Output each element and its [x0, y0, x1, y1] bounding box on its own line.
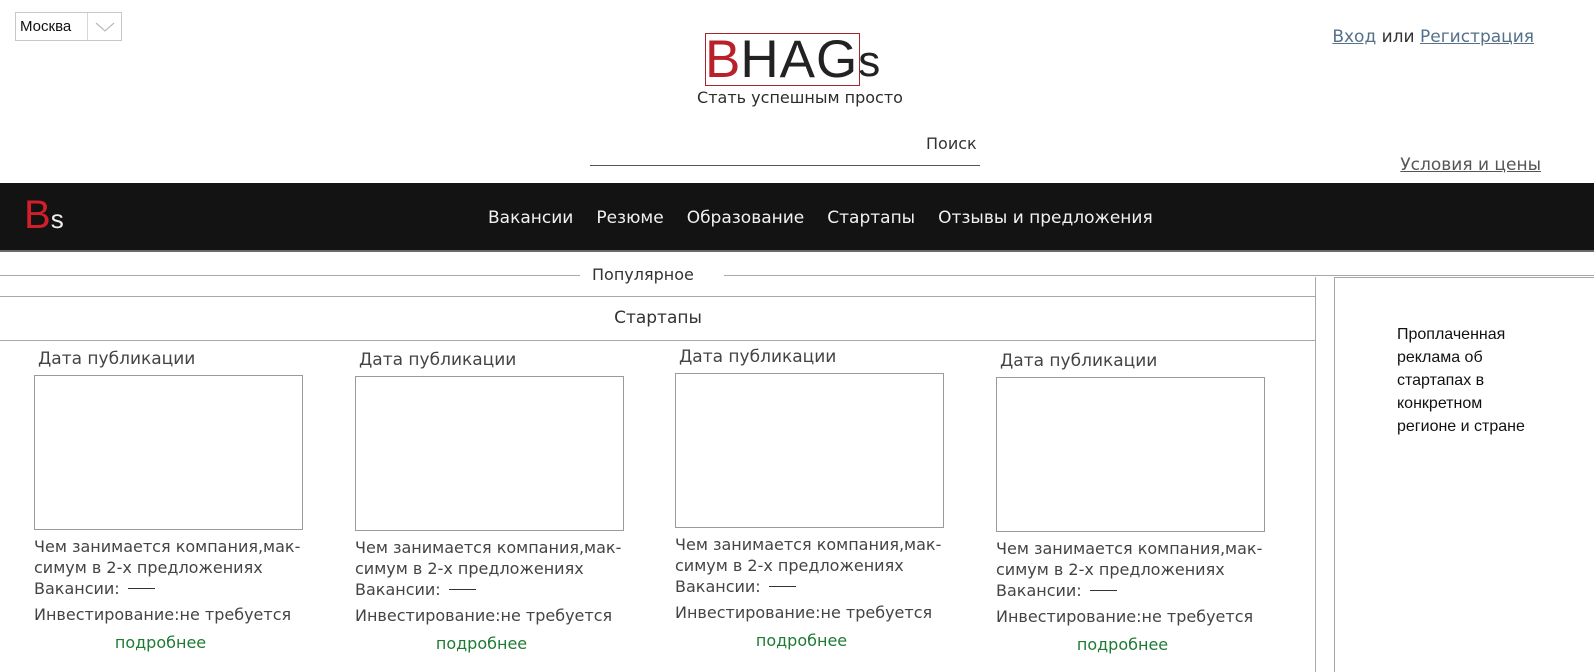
nav-logo[interactable]: Bs [24, 193, 64, 237]
startup-card: Дата публикации Чем занимается компания,… [34, 349, 309, 652]
startup-card: Дата публикации Чем занимается компания,… [996, 351, 1271, 654]
city-selector[interactable]: Москва [15, 12, 122, 41]
nav-item-vacancies[interactable]: Вакансии [488, 208, 573, 228]
vacancies-dash [448, 589, 476, 590]
more-link[interactable]: подробнее [355, 634, 608, 653]
vacancies-dash [127, 588, 155, 589]
startup-image[interactable] [355, 376, 624, 531]
startup-image[interactable] [675, 373, 944, 528]
vacancies-dash [768, 586, 796, 587]
ad-panel[interactable]: Проплаченная реклама об стартапах в конк… [1334, 277, 1594, 672]
investment-info: Инвестирование:не требуется [355, 606, 613, 625]
divider-right [724, 275, 1594, 276]
nav-logo-b: B [24, 193, 51, 237]
startup-card: Дата публикации Чем занимается компания,… [675, 347, 950, 650]
startups-panel: Стартапы Дата публикации Чем занимается … [0, 277, 1316, 672]
investment-info: Инвестирование:не требуется [996, 607, 1254, 626]
tagline: Стать успешным просто [697, 88, 903, 107]
startup-card: Дата публикации Чем занимается компания,… [355, 350, 630, 653]
logo-letter-s: s [858, 37, 881, 86]
divider-left [0, 275, 580, 276]
chevron-down-icon[interactable] [87, 13, 121, 40]
startup-image[interactable] [996, 377, 1265, 532]
logo-frame [705, 33, 860, 86]
vacancies-label: Вакансии: [675, 577, 761, 596]
startup-description: Чем занимается компания,мак-симум в 2-х … [34, 537, 301, 577]
vacancies-label: Вакансии: [355, 580, 441, 599]
nav-item-resume[interactable]: Резюме [596, 208, 663, 228]
register-link[interactable]: Регистрация [1420, 27, 1534, 47]
nav-menu: Вакансии Резюме Образование Стартапы Отз… [488, 183, 1176, 252]
terms-link[interactable]: Условия и цены [1400, 155, 1541, 175]
nav-item-education[interactable]: Образование [687, 208, 805, 228]
vacancies-row: Вакансии: [675, 576, 950, 597]
more-link[interactable]: подробнее [675, 631, 928, 650]
nav-logo-s: s [50, 204, 64, 234]
startup-description: Чем занимается компания,мак-симум в 2-х … [355, 538, 622, 578]
more-link[interactable]: подробнее [996, 635, 1249, 654]
startups-heading: Стартапы [0, 296, 1316, 341]
vacancies-label: Вакансии: [34, 579, 120, 598]
more-link[interactable]: подробнее [34, 633, 287, 652]
publication-date: Дата публикации [1000, 351, 1158, 371]
investment-info: Инвестирование:не требуется [34, 605, 292, 624]
vacancies-label: Вакансии: [996, 581, 1082, 600]
vacancies-row: Вакансии: [996, 580, 1271, 601]
brand-logo[interactable]: B HAG s [705, 33, 880, 87]
nav-item-feedback[interactable]: Отзывы и предложения [938, 208, 1153, 228]
publication-date: Дата публикации [359, 350, 517, 370]
ad-text: Проплаченная реклама об стартапах в конк… [1397, 326, 1525, 435]
startup-description: Чем занимается компания,мак-симум в 2-х … [675, 535, 942, 575]
startup-description: Чем занимается компания,мак-симум в 2-х … [996, 539, 1263, 579]
auth-links: Вход или Регистрация [1332, 27, 1534, 47]
vacancies-dash [1089, 590, 1117, 591]
nav-item-startups[interactable]: Стартапы [827, 208, 915, 228]
main-navbar: Bs Вакансии Резюме Образование Стартапы … [0, 183, 1594, 252]
vacancies-row: Вакансии: [355, 579, 630, 600]
publication-date: Дата публикации [38, 349, 196, 369]
investment-info: Инвестирование:не требуется [675, 603, 933, 622]
startup-image[interactable] [34, 375, 303, 530]
search-input[interactable] [590, 140, 980, 166]
vacancies-row: Вакансии: [34, 578, 309, 599]
city-value: Москва [20, 18, 72, 35]
login-link[interactable]: Вход [1332, 27, 1376, 47]
auth-or: или [1381, 27, 1415, 47]
publication-date: Дата публикации [679, 347, 837, 367]
